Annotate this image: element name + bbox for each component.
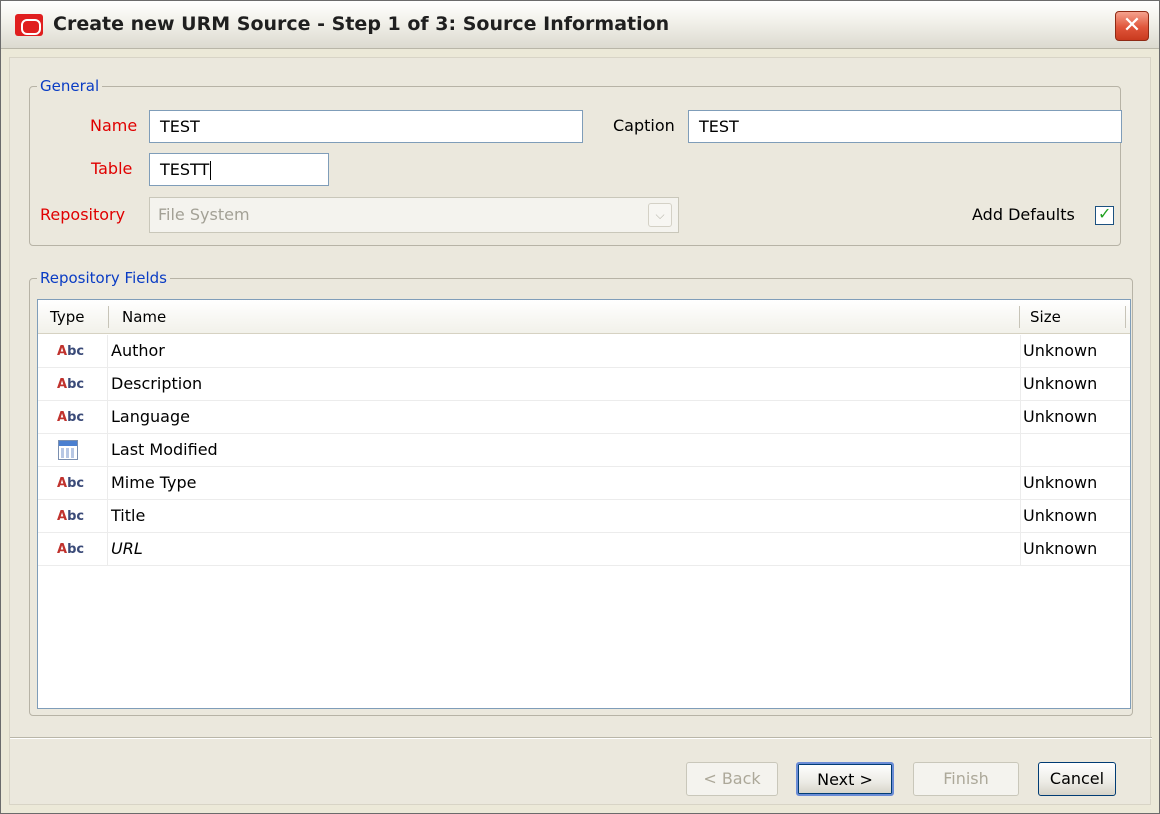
column-header-type[interactable]: Type: [42, 300, 108, 334]
text-caret: [210, 161, 212, 180]
text-type-icon: Abc: [57, 410, 85, 425]
column-header-size[interactable]: Size: [1022, 300, 1122, 334]
table-row[interactable]: Abc Mime Type Unknown: [38, 467, 1130, 500]
add-defaults-label: Add Defaults: [972, 205, 1075, 224]
size-cell: Unknown: [1020, 401, 1130, 433]
type-cell: Abc: [38, 500, 108, 532]
name-cell: URL: [111, 539, 143, 558]
table-row[interactable]: Abc Language Unknown: [38, 401, 1130, 434]
name-cell: Language: [111, 407, 190, 426]
size-cell: Unknown: [1020, 335, 1130, 367]
name-cell: Author: [111, 341, 165, 360]
dialog-window: Create new URM Source - Step 1 of 3: Sou…: [0, 0, 1160, 814]
size-cell: Unknown: [1020, 368, 1130, 400]
close-icon: ✕: [1122, 13, 1142, 38]
close-button[interactable]: ✕: [1115, 11, 1149, 41]
type-cell: Abc: [38, 368, 108, 400]
repository-select: File System ⌵: [149, 197, 679, 233]
type-cell: Abc: [38, 401, 108, 433]
name-cell: Mime Type: [111, 473, 197, 492]
caption-label: Caption: [613, 116, 675, 135]
back-button[interactable]: < Back: [686, 762, 778, 796]
title-bar[interactable]: Create new URM Source - Step 1 of 3: Sou…: [1, 1, 1159, 49]
column-header-name[interactable]: Name: [114, 300, 1014, 334]
size-cell: Unknown: [1020, 500, 1130, 532]
divider: [10, 737, 1152, 739]
dialog-content: General Name TEST Caption TEST Table TES…: [9, 57, 1152, 805]
column-separator[interactable]: [108, 306, 109, 328]
table-row[interactable]: Abc Description Unknown: [38, 368, 1130, 401]
table-label: Table: [91, 159, 133, 178]
table-row[interactable]: Abc Title Unknown: [38, 500, 1130, 533]
table-row[interactable]: Abc URL Unknown: [38, 533, 1130, 566]
table-row[interactable]: Last Modified: [38, 434, 1130, 467]
text-type-icon: Abc: [57, 542, 85, 557]
checkmark-icon: ✓: [1098, 204, 1112, 223]
text-type-icon: Abc: [57, 509, 85, 524]
repository-fields-legend: Repository Fields: [37, 269, 170, 287]
type-cell: Abc: [38, 335, 108, 367]
name-cell: Description: [111, 374, 203, 393]
text-type-icon: Abc: [57, 476, 85, 491]
table-field[interactable]: TESTT: [149, 153, 329, 186]
table-header: Type Name Size: [38, 300, 1130, 334]
text-type-icon: Abc: [57, 344, 85, 359]
caption-field[interactable]: TEST: [688, 110, 1122, 143]
oracle-logo-icon: [15, 14, 43, 36]
add-defaults-checkbox[interactable]: ✓: [1095, 204, 1114, 225]
table-field-value: TESTT: [160, 160, 210, 179]
column-separator[interactable]: [1019, 306, 1020, 328]
type-cell: Abc: [38, 467, 108, 499]
repository-select-value: File System: [158, 205, 250, 224]
name-label: Name: [90, 116, 138, 135]
repository-label: Repository: [40, 205, 126, 224]
type-cell: [38, 434, 108, 466]
size-cell: Unknown: [1020, 533, 1130, 565]
size-cell: [1020, 434, 1130, 466]
name-field[interactable]: TEST: [149, 110, 583, 143]
text-type-icon: Abc: [57, 377, 85, 392]
name-cell: Title: [111, 506, 146, 525]
cancel-button[interactable]: Cancel: [1038, 762, 1116, 796]
name-cell: Last Modified: [111, 440, 218, 459]
column-separator[interactable]: [1125, 306, 1126, 328]
table-row[interactable]: Abc Author Unknown: [38, 335, 1130, 368]
finish-button[interactable]: Finish: [913, 762, 1019, 796]
repository-fields-table: Type Name Size Abc Author Unknown Abc De…: [37, 299, 1131, 709]
window-title: Create new URM Source - Step 1 of 3: Sou…: [53, 13, 670, 35]
next-button[interactable]: Next >: [796, 762, 894, 796]
chevron-down-icon: ⌵: [648, 203, 672, 227]
general-legend: General: [37, 77, 103, 95]
type-cell: Abc: [38, 533, 108, 565]
calendar-icon: [58, 440, 78, 460]
size-cell: Unknown: [1020, 467, 1130, 499]
